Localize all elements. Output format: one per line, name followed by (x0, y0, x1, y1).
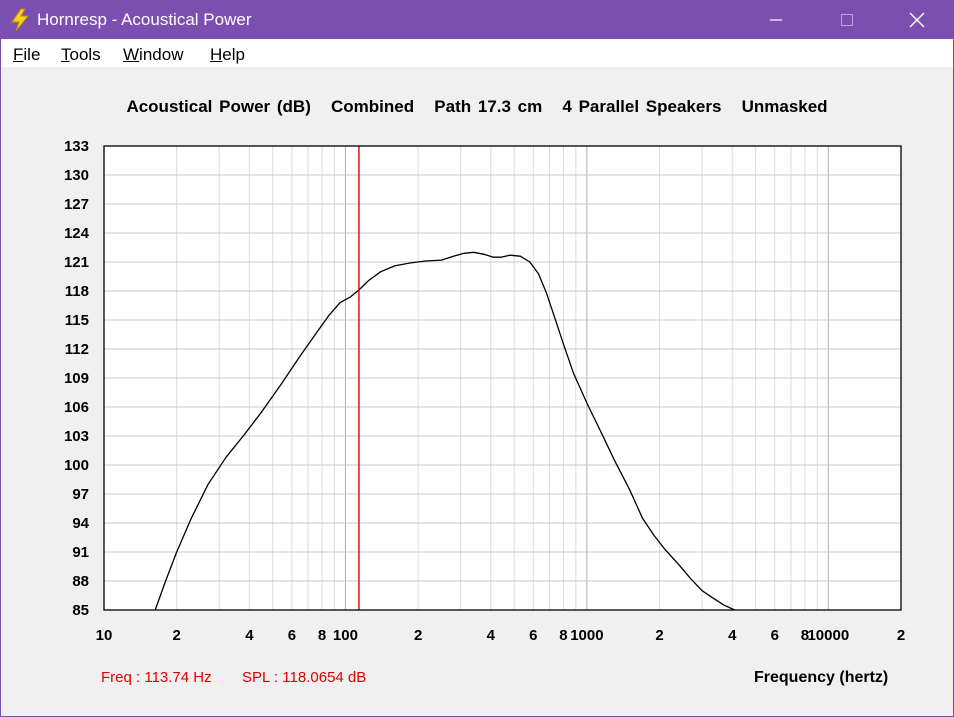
x-tick-label: 2 (414, 627, 422, 644)
y-tick-label: 115 (65, 312, 89, 329)
x-tick-label: 6 (288, 627, 296, 644)
x-tick-label: 6 (529, 627, 537, 644)
x-tick-label: 100 (333, 627, 358, 644)
x-tick-label: 4 (728, 627, 737, 644)
x-tick-label: 2 (655, 627, 663, 644)
y-tick-label: 124 (64, 225, 90, 242)
x-tick-label: 4 (245, 627, 254, 644)
y-tick-label: 85 (72, 602, 89, 619)
y-tick-label: 130 (64, 167, 89, 184)
x-tick-label: 8 (318, 627, 326, 644)
y-tick-label: 106 (64, 399, 89, 416)
y-tick-label: 103 (64, 428, 89, 445)
y-tick-label: 121 (64, 254, 89, 271)
cursor-frequency-readout: Freq : 113.74 Hz (101, 669, 212, 686)
y-tick-label: 109 (64, 370, 89, 387)
y-tick-label: 88 (72, 573, 89, 590)
y-tick-label: 94 (72, 515, 89, 532)
y-tick-label: 127 (64, 196, 89, 213)
x-axis-label: Frequency (hertz) (754, 669, 889, 686)
x-tick-label: 1000 (570, 627, 603, 644)
x-tick-label: 10 (96, 627, 113, 644)
x-tick-label: 10000 (807, 627, 849, 644)
x-tick-label: 6 (771, 627, 779, 644)
cursor-spl-readout: SPL : 118.0654 dB (242, 669, 367, 686)
y-tick-label: 100 (64, 457, 89, 474)
y-tick-label: 97 (72, 486, 89, 503)
x-tick-label: 2 (173, 627, 181, 644)
y-tick-label: 91 (72, 544, 89, 561)
x-tick-label: 8 (559, 627, 567, 644)
y-tick-label: 112 (65, 341, 89, 358)
x-tick-label: 4 (487, 627, 496, 644)
acoustical-power-chart[interactable]: 8588919497100103106109112115118121124127… (0, 0, 954, 717)
x-tick-label: 2 (897, 627, 905, 644)
y-tick-label: 133 (64, 138, 89, 155)
y-tick-label: 118 (65, 283, 89, 300)
